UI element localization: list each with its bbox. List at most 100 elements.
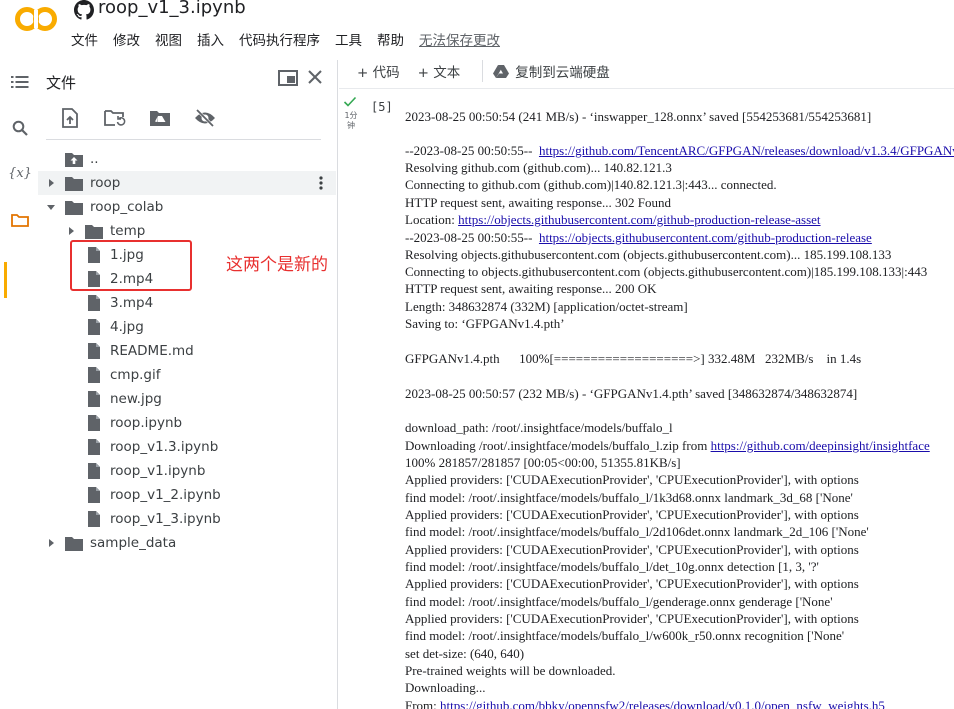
- upload-button[interactable]: [58, 106, 82, 130]
- menu-file[interactable]: 文件: [71, 29, 98, 49]
- table-of-contents-button[interactable]: [8, 70, 32, 94]
- open-in-tab-icon[interactable]: [278, 70, 298, 86]
- output-text: Applied providers: ['CUDAExecutionProvid…: [405, 611, 859, 626]
- item-label: roop_v1_2.ipynb: [110, 487, 221, 503]
- item-label: temp: [110, 223, 146, 239]
- folder-item[interactable]: roop_colab: [38, 195, 338, 219]
- output-link[interactable]: https://github.com/deepinsight/insightfa…: [711, 438, 930, 453]
- item-label: roop_v1.ipynb: [110, 463, 206, 479]
- menu-insert[interactable]: 插入: [197, 29, 224, 49]
- check-icon: [343, 96, 357, 107]
- files-toolbar: [58, 106, 238, 136]
- refresh-button[interactable]: [103, 106, 127, 130]
- output-text: 2023-08-25 00:50:57 (232 MB/s) - ‘GFPGAN…: [405, 386, 858, 401]
- output-text: Resolving objects.githubusercontent.com …: [405, 247, 892, 262]
- variables-icon: {x}: [8, 165, 32, 181]
- parent-folder-item[interactable]: ..: [38, 147, 338, 171]
- menu-bar: 文件 修改 视图 插入 代码执行程序 工具 帮助 无法保存更改: [71, 29, 515, 49]
- variables-button[interactable]: {x}: [8, 161, 32, 185]
- drive-icon: [493, 65, 510, 78]
- item-label: new.jpg: [110, 391, 162, 407]
- file-item[interactable]: README.md: [38, 339, 338, 363]
- output-text: --2023-08-25 00:50:55--: [405, 143, 539, 158]
- output-line: 2023-08-25 00:50:54 (241 MB/s) - ‘inswap…: [405, 108, 871, 125]
- upload-file-icon: [62, 108, 78, 128]
- mount-drive-button[interactable]: [148, 106, 172, 130]
- output-line: find model: /root/.insightface/models/bu…: [405, 558, 819, 575]
- close-icon[interactable]: [306, 68, 324, 86]
- file-icon: [87, 415, 105, 431]
- folder-icon: [65, 535, 83, 551]
- add-code-button[interactable]: + 代码: [357, 61, 400, 81]
- file-item[interactable]: cmp.gif: [38, 363, 338, 387]
- menu-tools[interactable]: 工具: [335, 29, 362, 49]
- file-item[interactable]: roop_v1.3.ipynb: [38, 435, 338, 459]
- output-text: GFPGANv1.4.pth 100%[===================>…: [405, 351, 862, 366]
- output-text: Length: 348632874 (332M) [application/oc…: [405, 299, 688, 314]
- cell-runtime: 1分钟: [344, 111, 358, 130]
- output-line: Applied providers: ['CUDAExecutionProvid…: [405, 506, 859, 523]
- toggle-hidden-button[interactable]: [193, 106, 217, 130]
- annotation-text: 这两个是新的: [226, 255, 328, 275]
- output-text: set det-size: (640, 640): [405, 646, 525, 661]
- caret-right-icon[interactable]: [66, 226, 76, 236]
- item-label: 3.mp4: [110, 295, 154, 311]
- output-text: --2023-08-25 00:50:55--: [405, 230, 539, 245]
- output-text: From:: [405, 698, 441, 709]
- notebook-title[interactable]: roop_v1_3.ipynb: [98, 0, 246, 18]
- folder-icon: [65, 199, 83, 215]
- output-text: find model: /root/.insightface/models/bu…: [405, 490, 853, 505]
- caret-right-icon[interactable]: [46, 538, 56, 548]
- file-item[interactable]: 4.jpg: [38, 315, 338, 339]
- folder-icon: [85, 223, 103, 239]
- output-text: Location:: [405, 212, 459, 227]
- file-item[interactable]: new.jpg: [38, 387, 338, 411]
- item-label: README.md: [110, 343, 194, 359]
- active-indicator: [4, 262, 7, 298]
- search-button[interactable]: [8, 116, 32, 140]
- menu-help[interactable]: 帮助: [377, 29, 404, 49]
- item-label: roop_v1_3.ipynb: [110, 511, 221, 527]
- files-button[interactable]: [8, 208, 32, 232]
- menu-runtime[interactable]: 代码执行程序: [239, 29, 320, 49]
- menu-edit[interactable]: 修改: [113, 29, 140, 49]
- output-line: find model: /root/.insightface/models/bu…: [405, 593, 833, 610]
- output-text: Applied providers: ['CUDAExecutionProvid…: [405, 576, 859, 591]
- output-link[interactable]: https://github.com/TencentARC/GFPGAN/rel…: [539, 143, 954, 158]
- caret-down-icon[interactable]: [46, 202, 56, 212]
- output-line: download_path: /root/.insightface/models…: [405, 419, 673, 436]
- output-link[interactable]: https://objects.githubusercontent.com/gi…: [539, 230, 872, 245]
- output-line: HTTP request sent, awaiting response... …: [405, 280, 657, 297]
- file-item[interactable]: roop_v1_2.ipynb: [38, 483, 338, 507]
- file-item[interactable]: roop_v1_3.ipynb: [38, 507, 338, 531]
- annotation-highlight-box: [70, 240, 192, 291]
- file-icon: [87, 319, 105, 335]
- copy-to-drive-button[interactable]: 复制到云端硬盘: [493, 61, 610, 81]
- item-label: cmp.gif: [110, 367, 161, 383]
- unsaved-changes-link[interactable]: 无法保存更改: [419, 29, 500, 49]
- colab-logo[interactable]: [14, 6, 58, 32]
- menu-view[interactable]: 视图: [155, 29, 182, 49]
- output-line: set det-size: (640, 640): [405, 645, 524, 662]
- add-text-button[interactable]: + 文本: [418, 61, 461, 81]
- more-options-icon[interactable]: [314, 176, 328, 190]
- file-item[interactable]: roop_v1.ipynb: [38, 459, 338, 483]
- file-item[interactable]: 3.mp4: [38, 291, 338, 315]
- file-item[interactable]: roop.ipynb: [38, 411, 338, 435]
- output-line: Downloading...: [405, 679, 486, 696]
- output-line: GFPGANv1.4.pth 100%[===================>…: [405, 350, 861, 367]
- item-label: roop.ipynb: [110, 415, 183, 431]
- output-text: Pre-trained weights will be downloaded.: [405, 663, 616, 678]
- panel-title: 文件: [46, 74, 77, 92]
- output-text: Applied providers: ['CUDAExecutionProvid…: [405, 542, 859, 557]
- folder-item[interactable]: roop: [38, 171, 336, 195]
- parent-folder-icon: [65, 151, 83, 167]
- caret-right-icon[interactable]: [46, 178, 56, 188]
- file-icon: [87, 391, 105, 407]
- github-icon[interactable]: [74, 0, 94, 20]
- output-line: Length: 348632874 (332M) [application/oc…: [405, 298, 688, 315]
- folder-item[interactable]: sample_data: [38, 531, 338, 555]
- output-text: 2023-08-25 00:50:54 (241 MB/s) - ‘inswap…: [405, 109, 872, 124]
- output-link[interactable]: https://github.com/bbky/opennsfw2/releas…: [440, 698, 885, 709]
- output-link[interactable]: https://objects.githubusercontent.com/gi…: [458, 212, 820, 227]
